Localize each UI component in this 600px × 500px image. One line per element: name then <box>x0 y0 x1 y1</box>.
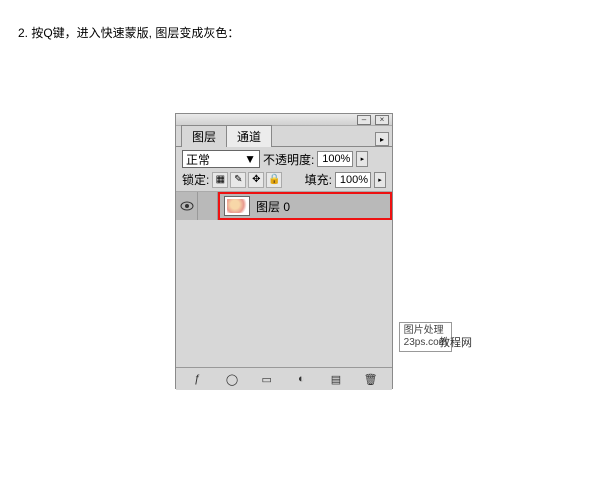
lock-all-icon[interactable]: 🔒 <box>266 172 282 188</box>
layers-footer: ƒ ◯ ▭ ◐ ▤ 🗑 <box>176 367 392 390</box>
opacity-arrow-button[interactable]: ▸ <box>356 151 368 167</box>
panel-tabs: 图层 通道 ▸ <box>176 126 392 146</box>
layer-controls: 正常 ▼ 不透明度: 100% ▸ 锁定: ▦ ✎ ✥ 🔒 填充: 100% ▸ <box>176 146 392 191</box>
link-cell[interactable] <box>198 192 218 220</box>
minimize-button[interactable]: – <box>357 115 371 125</box>
tab-layers[interactable]: 图层 <box>181 125 227 147</box>
layer-row[interactable]: 图层 0 <box>176 192 392 220</box>
lock-move-icon[interactable]: ✥ <box>248 172 264 188</box>
fx-button[interactable]: ƒ <box>188 371 206 387</box>
visibility-toggle[interactable] <box>176 192 198 220</box>
layer-name[interactable]: 图层 0 <box>256 198 290 215</box>
new-layer-button[interactable]: ▤ <box>327 371 345 387</box>
watermark-overlap: 教程网 <box>439 334 472 350</box>
blend-mode-select[interactable]: 正常 ▼ <box>182 150 260 168</box>
panel-menu-button[interactable]: ▸ <box>375 132 389 146</box>
opacity-label: 不透明度: <box>263 151 314 168</box>
eye-icon <box>180 201 194 211</box>
selected-layer-highlight: 图层 0 <box>218 192 392 220</box>
fill-arrow-button[interactable]: ▸ <box>374 172 386 188</box>
layer-thumbnail[interactable] <box>224 196 250 216</box>
lock-icons: ▦ ✎ ✥ 🔒 <box>212 172 282 188</box>
tab-channels[interactable]: 通道 <box>226 125 272 147</box>
lock-brush-icon[interactable]: ✎ <box>230 172 246 188</box>
instruction-text: 2. 按Q键，进入快速蒙版, 图层变成灰色： <box>18 24 239 41</box>
delete-button[interactable]: 🗑 <box>362 371 380 387</box>
layers-list: 图层 0 <box>176 191 392 367</box>
folder-button[interactable]: ▭ <box>258 371 276 387</box>
fill-input[interactable]: 100% <box>335 172 371 188</box>
layers-panel: – × 图层 通道 ▸ 正常 ▼ 不透明度: 100% ▸ 锁定: ▦ ✎ ✥ … <box>175 113 393 389</box>
blend-mode-value: 正常 <box>186 151 210 168</box>
dropdown-icon: ▼ <box>244 152 256 166</box>
lock-label: 锁定: <box>182 171 209 188</box>
fill-label: 填充: <box>305 171 332 188</box>
opacity-input[interactable]: 100% <box>317 151 353 167</box>
lock-transparent-icon[interactable]: ▦ <box>212 172 228 188</box>
close-button[interactable]: × <box>375 115 389 125</box>
mask-button[interactable]: ◯ <box>223 371 241 387</box>
adjustment-button[interactable]: ◐ <box>292 371 310 387</box>
